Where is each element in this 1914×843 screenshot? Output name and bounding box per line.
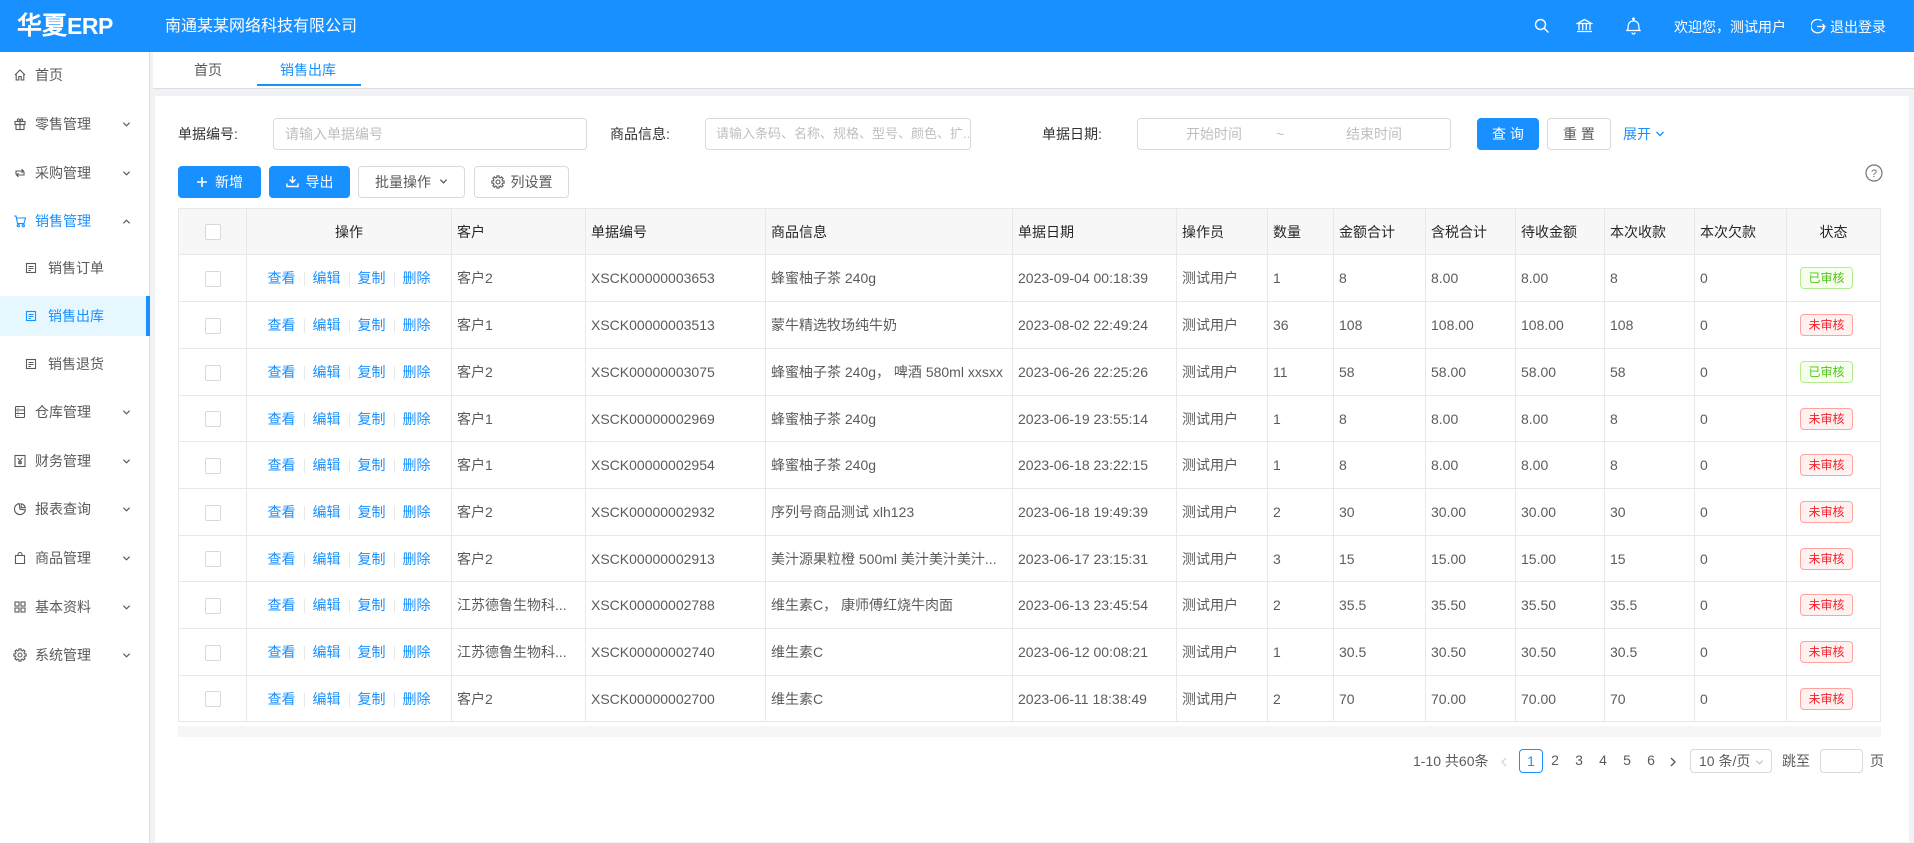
svg-text:?: ? <box>1871 168 1877 180</box>
